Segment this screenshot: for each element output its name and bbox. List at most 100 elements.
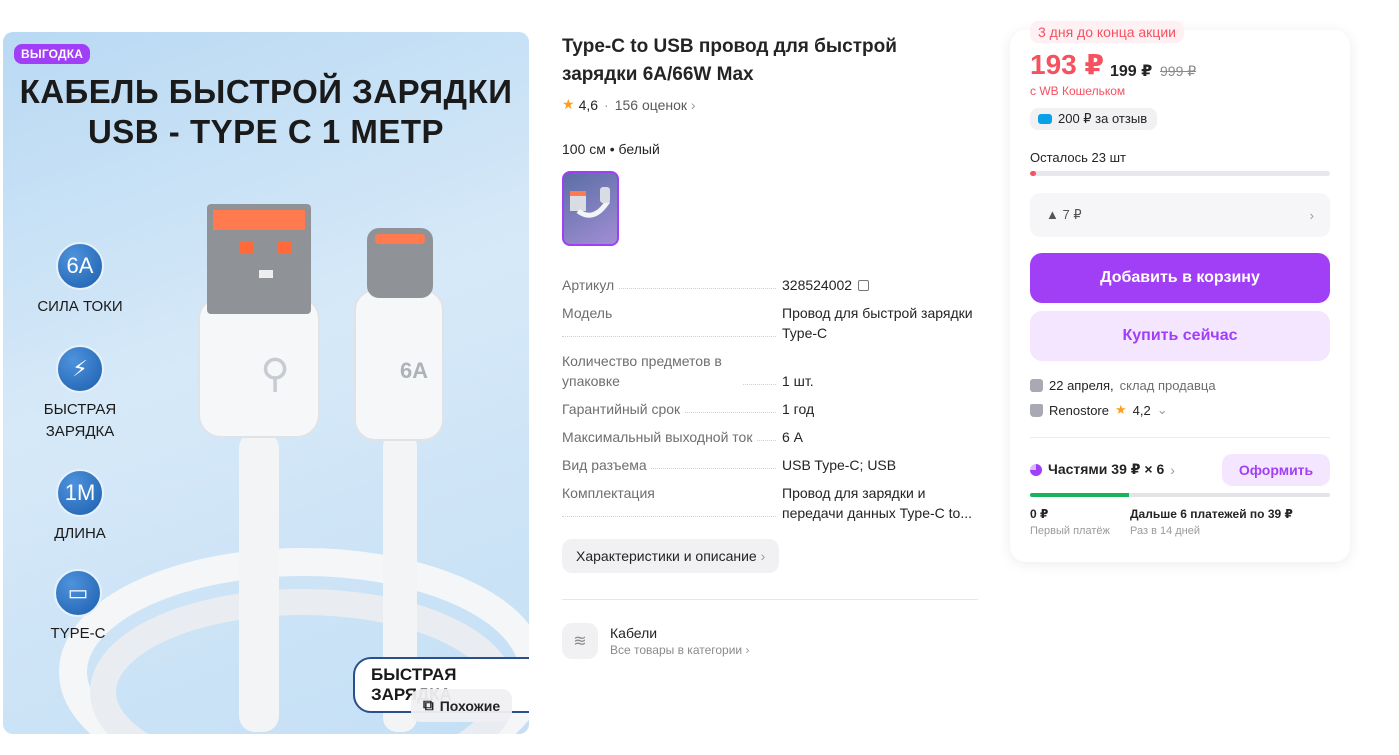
chevron-right-icon: › — [1309, 207, 1314, 223]
wallet-icon — [1038, 114, 1052, 124]
battery-bolt-icon: ⚡ — [56, 345, 104, 393]
seller-info[interactable]: Renostore ★ 4,2 ⌄ — [1030, 402, 1168, 418]
spec-row: Гарантийный срок 1 год — [562, 399, 978, 419]
category-all-label: Все товары в категории — [610, 643, 743, 657]
usb-c-icon: ▭ — [54, 569, 102, 617]
connector-label: 6A — [399, 358, 429, 383]
stock-bar — [1030, 171, 1330, 176]
spec-key: Количество предметов в упаковке — [562, 351, 742, 391]
feature-label: СИЛА ТОКИ — [37, 298, 123, 315]
search-similar-icon: ⧉ — [423, 697, 434, 714]
spec-value: Провод для зарядки и передачи данных Typ… — [782, 485, 973, 521]
chevron-right-icon: › — [1170, 461, 1175, 478]
product-image[interactable]: ⚲ ВЫГОДКА КАБЕЛЬ БЫСТРОЙ ЗАРЯДКИ USB - T… — [3, 32, 529, 734]
promo-badge: ВЫГОДКА — [14, 44, 91, 64]
divider — [1030, 437, 1330, 438]
pie-chart-icon — [1030, 463, 1042, 476]
buy-now-button[interactable]: Купить сейчас — [1030, 311, 1330, 361]
spec-key: Артикул — [562, 277, 619, 293]
similar-button[interactable]: ⧉ Похожие — [411, 689, 513, 722]
seller-name[interactable]: Renostore — [1049, 403, 1109, 418]
next-payments-amount: Дальше 6 платежей по 39 ₽ — [1130, 507, 1293, 521]
rating-separator: · — [604, 96, 609, 113]
spec-row: Вид разъема USB Type-C; USB — [562, 455, 978, 475]
price-old: 999 ₽ — [1160, 63, 1197, 79]
seller-rating: 4,2 — [1132, 402, 1151, 418]
feature-label: ДЛИНА — [54, 525, 106, 542]
store-icon — [1030, 403, 1043, 417]
next-payments-label: Раз в 14 дней — [1130, 525, 1201, 537]
image-subheadline: USB - TYPE C 1 МЕТР — [87, 113, 445, 150]
similar-button-label: Похожие — [439, 697, 501, 714]
category-name[interactable]: Кабели — [610, 625, 657, 641]
review-bonus-badge: 200 ₽ за отзыв — [1030, 108, 1158, 130]
length-icon: 1M — [56, 469, 104, 517]
feature-fast-charge: ⚡ БЫСТРАЯ ЗАРЯДКА — [25, 345, 135, 443]
variant-thumbnail[interactable] — [562, 171, 619, 246]
reviews-link[interactable]: 156 оценок › — [615, 97, 696, 113]
feature-type-c: ▭ TYPE-C — [23, 569, 133, 645]
first-payment-label: Первый платёж — [1030, 525, 1110, 537]
chevron-right-icon: › — [760, 548, 766, 564]
installments-label: Частями 39 ₽ × 6 — [1048, 461, 1165, 477]
delivery-date: 22 апреля, — [1049, 378, 1114, 393]
add-to-cart-button[interactable]: Добавить в корзину — [1030, 253, 1330, 303]
installments-progress-fill — [1030, 493, 1129, 497]
spec-value: 1 шт. — [782, 373, 814, 389]
svg-text:⚲: ⚲ — [260, 351, 289, 397]
price-wb: 199 ₽ — [1110, 63, 1153, 80]
thumbnail-image — [570, 187, 611, 218]
spec-key: Гарантийный срок — [562, 401, 685, 417]
spec-key: Максимальный выходной ток — [562, 429, 757, 445]
variant-label: 100 см • белый — [562, 141, 660, 157]
spec-row: Артикул 328524002 — [562, 275, 978, 295]
product-title: Type-C to USB провод для быстрой зарядки… — [562, 36, 897, 85]
spec-value: 1 год — [782, 401, 815, 417]
rating-value: 4,6 — [578, 96, 599, 113]
delivery-info: 22 апреля, склад продавца — [1030, 378, 1216, 393]
specs-description-button[interactable]: Характеристики и описание › — [562, 539, 780, 573]
image-headline: КАБЕЛЬ БЫСТРОЙ ЗАРЯДКИ — [19, 73, 513, 110]
delivery-source: склад продавца — [1119, 378, 1216, 393]
spec-row: Максимальный выходной ток 6 А — [562, 427, 978, 447]
price-current: 193 ₽ — [1030, 49, 1104, 80]
spec-row: Комплектация Провод для зарядки и переда… — [562, 483, 978, 523]
first-payment-amount: 0 ₽ — [1030, 507, 1049, 521]
spec-value: 6 А — [782, 429, 804, 445]
option-selector[interactable]: ▲ 7 ₽ › — [1030, 193, 1330, 237]
star-icon: ★ — [1114, 402, 1127, 417]
spec-key: Комплектация — [562, 485, 659, 501]
spec-value: Провод для быстрой зарядки Type-C — [782, 305, 973, 341]
chevron-right-icon: › — [690, 96, 696, 113]
feature-length: 1M ДЛИНА — [25, 469, 135, 545]
spec-value: USB Type-C; USB — [782, 457, 897, 473]
feature-current: 6A СИЛА ТОКИ — [25, 242, 135, 318]
wallet-note[interactable]: с WB Кошельком — [1030, 84, 1125, 98]
spec-key: Модель — [562, 305, 617, 321]
star-icon: ★ — [562, 96, 575, 112]
rating-row: ★ 4,6 · 156 оценок › — [562, 96, 696, 113]
feature-label: БЫСТРАЯ ЗАРЯДКА — [43, 401, 117, 440]
spec-row: Количество предметов в упаковке 1 шт. — [562, 351, 978, 391]
layers-icon: ≋ — [562, 623, 598, 659]
copy-icon[interactable] — [858, 280, 870, 291]
reviews-count[interactable]: 156 оценок — [615, 97, 687, 113]
box-icon — [1030, 379, 1043, 392]
installments-progress — [1030, 493, 1330, 497]
spec-row: Модель Провод для быстрой зарядки Type-C — [562, 303, 978, 343]
divider — [562, 599, 978, 600]
installments-link[interactable]: Частями 39 ₽ × 6 › — [1030, 461, 1175, 478]
stock-bar-fill — [1030, 171, 1036, 176]
chevron-down-icon[interactable]: ⌄ — [1157, 402, 1168, 418]
chevron-right-icon: › — [745, 643, 750, 657]
specs-description-label: Характеристики и описание — [576, 548, 757, 564]
checkout-installments-button[interactable]: Оформить — [1222, 454, 1330, 486]
option-price-delta: ▲ 7 ₽ — [1046, 207, 1082, 222]
promo-timer: 3 дня до конца акции — [1030, 21, 1184, 43]
feature-label: TYPE-C — [50, 625, 106, 642]
specs-table: Артикул 328524002 Модель Провод для быст… — [562, 275, 978, 531]
spec-value: 328524002 — [782, 277, 853, 293]
category-all-link[interactable]: Все товары в категории › — [610, 643, 749, 657]
current-icon: 6A — [56, 242, 104, 290]
review-bonus-text: 200 ₽ за отзыв — [1058, 111, 1148, 126]
